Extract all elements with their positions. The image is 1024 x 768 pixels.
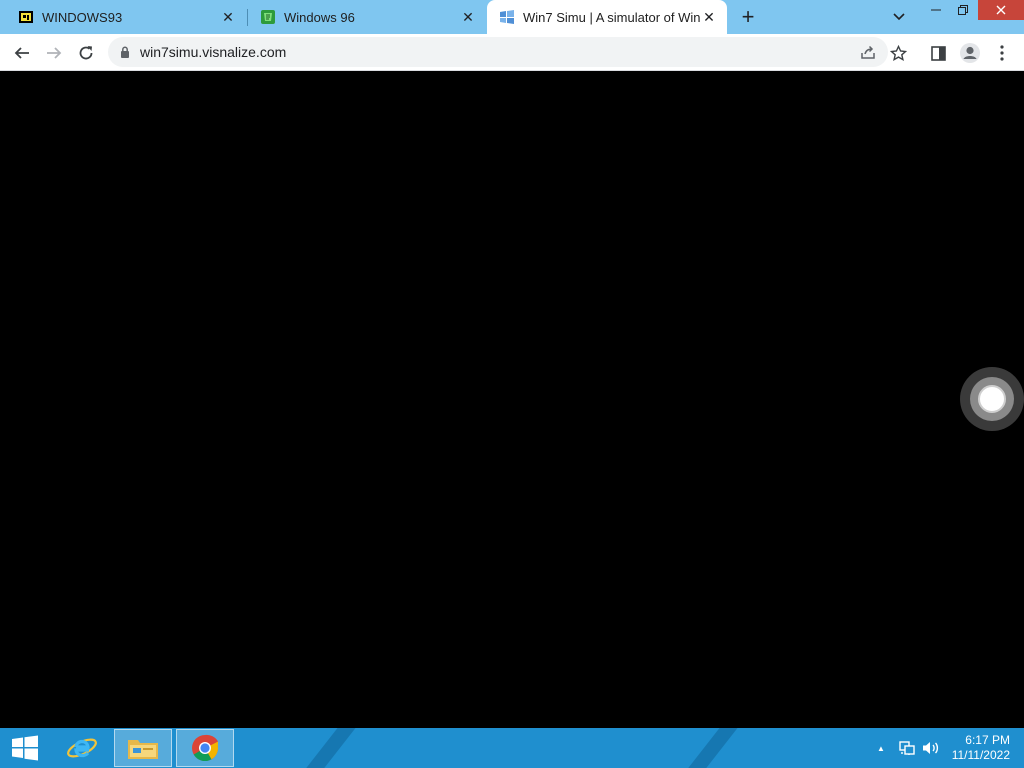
assistive-core — [978, 385, 1006, 413]
chevron-down-icon — [893, 13, 905, 21]
url-text[interactable]: win7simu.visnalize.com — [140, 44, 286, 60]
menu-button[interactable] — [988, 39, 1016, 67]
tab-windows93[interactable]: WINDOWS93 ✕ — [0, 0, 246, 34]
windows96-icon — [260, 9, 276, 25]
minimize-icon — [931, 9, 941, 11]
windows-logo-icon — [12, 735, 38, 761]
chrome-icon — [192, 734, 218, 762]
back-button[interactable] — [8, 39, 36, 67]
tab-search-button[interactable] — [888, 0, 910, 34]
system-clock[interactable]: 6:17 PM 11/11/2022 — [952, 733, 1010, 763]
share-icon — [861, 45, 875, 59]
close-window-button[interactable] — [978, 0, 1024, 20]
win7simu-icon — [499, 9, 515, 25]
network-button[interactable] — [896, 728, 918, 768]
clock-date: 11/11/2022 — [951, 748, 1010, 762]
assistive-ring — [970, 377, 1014, 421]
tab-win7simu[interactable]: Win7 Simu | A simulator of Wind ✕ — [487, 0, 727, 34]
profile-button[interactable] — [956, 39, 984, 67]
forward-button[interactable] — [40, 39, 68, 67]
lock-icon[interactable] — [120, 46, 130, 59]
close-icon[interactable]: ✕ — [220, 9, 236, 25]
kebab-menu-icon — [1000, 45, 1004, 61]
start-button[interactable] — [4, 729, 46, 767]
page-content[interactable] — [0, 71, 1024, 728]
reload-icon — [79, 46, 93, 60]
browser-toolbar: win7simu.visnalize.com — [0, 34, 1024, 71]
reload-button[interactable] — [72, 39, 100, 67]
minimize-button[interactable] — [922, 0, 950, 20]
taskbar: ▲ 6:17 PM 11/11/2022 — [0, 728, 1024, 768]
close-icon[interactable]: ✕ — [701, 9, 717, 25]
speaker-icon — [923, 742, 939, 754]
network-icon — [899, 741, 915, 755]
back-arrow-icon — [14, 47, 29, 59]
star-icon — [889, 44, 907, 61]
profile-avatar-icon — [960, 43, 980, 63]
file-explorer-button[interactable] — [114, 729, 172, 767]
chrome-button[interactable] — [176, 729, 234, 767]
wallpaper-streak — [290, 728, 364, 768]
floating-assistive-button[interactable] — [960, 367, 1024, 431]
restore-icon — [958, 5, 968, 15]
folder-icon — [128, 740, 158, 759]
new-tab-button[interactable]: + — [735, 0, 761, 34]
windows93-icon — [18, 9, 34, 25]
volume-button[interactable] — [920, 728, 942, 768]
internet-explorer-icon — [67, 738, 97, 758]
close-icon[interactable]: ✕ — [460, 9, 476, 25]
address-bar[interactable]: win7simu.visnalize.com — [108, 37, 888, 67]
wallpaper-streak — [672, 728, 746, 768]
close-icon — [996, 5, 1006, 15]
share-button[interactable] — [860, 44, 876, 60]
restore-button[interactable] — [950, 0, 976, 20]
show-hidden-icons-button[interactable]: ▲ — [874, 728, 888, 768]
tab-windows96[interactable]: Windows 96 ✕ — [248, 0, 486, 34]
tab-title: Win7 Simu | A simulator of Wind — [523, 9, 701, 25]
side-panel-icon — [930, 45, 946, 61]
tab-strip: WINDOWS93 ✕ Windows 96 ✕ Win7 Simu | A s… — [0, 0, 1024, 34]
clock-time: 6:17 PM — [965, 733, 1010, 747]
tab-title: Windows 96 — [284, 9, 355, 25]
forward-arrow-icon — [47, 47, 62, 59]
tab-title: WINDOWS93 — [42, 9, 123, 25]
internet-explorer-button[interactable] — [60, 729, 104, 767]
bookmark-button[interactable] — [884, 39, 912, 67]
side-panel-button[interactable] — [924, 39, 952, 67]
